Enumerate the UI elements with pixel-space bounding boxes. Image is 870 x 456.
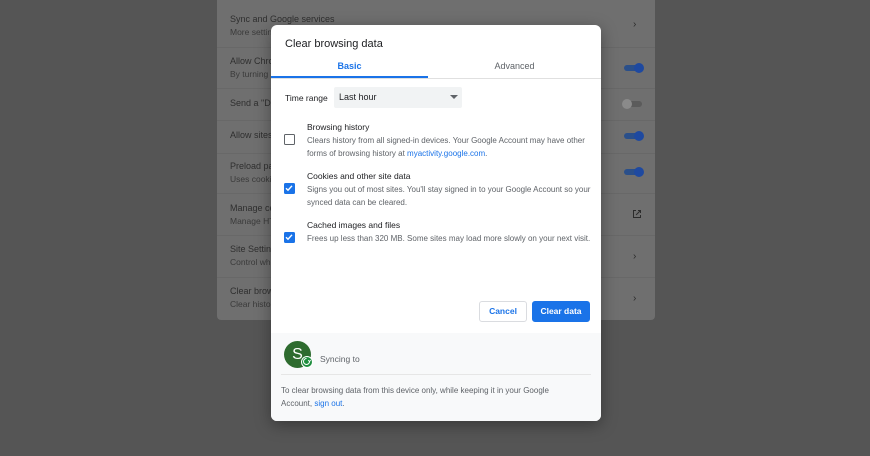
option-title: Cached images and files	[307, 220, 401, 230]
time-range-label: Time range	[285, 93, 328, 103]
settings-row-title: Preload pa	[230, 161, 274, 171]
tab-advanced[interactable]: Advanced	[436, 55, 593, 78]
settings-row-title: Site Setting	[230, 244, 277, 254]
settings-row-subtitle: Control wh	[230, 257, 271, 267]
option-cached-images: Cached images and files Frees up less th…	[271, 220, 601, 266]
browsing-history-checkbox[interactable]	[284, 134, 295, 145]
active-tab-indicator	[271, 76, 428, 78]
toggle-switch[interactable]	[622, 63, 644, 73]
checkmark-icon	[285, 185, 293, 192]
chevron-right-icon: ›	[633, 293, 637, 304]
tab-basic[interactable]: Basic	[271, 55, 428, 78]
settings-row-title: Manage ce	[230, 203, 275, 213]
option-description: Signs you out of most sites. You'll stay…	[307, 185, 591, 207]
cookies-checkbox[interactable]	[284, 183, 295, 194]
sign-out-link[interactable]: sign out	[314, 399, 342, 408]
sync-icon	[301, 356, 313, 368]
option-cookies: Cookies and other site data Signs you ou…	[271, 171, 601, 217]
option-browsing-history: Browsing history Clears history from all…	[271, 122, 601, 168]
settings-row-title: Allow sites	[230, 130, 273, 140]
settings-row-subtitle: Uses cooki	[230, 174, 272, 184]
settings-row-subtitle: By turning	[230, 69, 269, 79]
time-range-select[interactable]: Last hour	[334, 87, 462, 108]
settings-row-subtitle: Clear histo	[230, 299, 271, 309]
dropdown-caret-icon	[450, 95, 458, 99]
toggle-switch[interactable]	[622, 99, 644, 109]
divider	[281, 374, 591, 375]
clear-browsing-data-dialog: Clear browsing data Basic Advanced Time …	[271, 25, 601, 421]
toggle-switch[interactable]	[622, 167, 644, 177]
settings-row-title: Clear brow	[230, 286, 274, 296]
tab-bar: Basic Advanced	[271, 55, 601, 79]
time-range-value: Last hour	[339, 92, 377, 102]
sync-section: S Syncing to To clear browsing data from…	[271, 333, 601, 421]
clear-data-button[interactable]: Clear data	[532, 301, 590, 322]
option-title: Cookies and other site data	[307, 171, 411, 181]
myactivity-link[interactable]: myactivity.google.com	[407, 149, 485, 158]
external-link-icon	[633, 210, 641, 218]
settings-row-title: Sync and Google services	[230, 14, 335, 24]
settings-row-subtitle: Manage HT	[230, 216, 275, 226]
settings-row-title: Send a "Do	[230, 98, 276, 108]
option-description: Frees up less than 320 MB. Some sites ma…	[307, 234, 591, 243]
option-description: Clears history from all signed-in device…	[307, 136, 585, 158]
chevron-right-icon: ›	[633, 251, 637, 262]
cancel-button[interactable]: Cancel	[479, 301, 527, 322]
checkmark-icon	[285, 234, 293, 241]
option-title: Browsing history	[307, 122, 370, 132]
settings-row-subtitle: More settin	[230, 27, 273, 37]
chevron-right-icon: ›	[633, 19, 637, 30]
dialog-title: Clear browsing data	[285, 38, 383, 50]
settings-row-title: Allow Chro	[230, 56, 274, 66]
sync-status-text: Syncing to	[320, 354, 360, 364]
footer-text: To clear browsing data from this device …	[281, 386, 549, 408]
cached-images-checkbox[interactable]	[284, 232, 295, 243]
toggle-switch[interactable]	[622, 131, 644, 141]
